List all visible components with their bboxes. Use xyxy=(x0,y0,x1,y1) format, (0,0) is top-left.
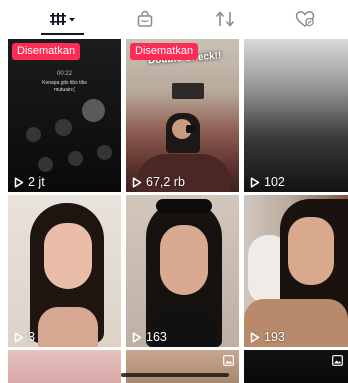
speaker-call-button xyxy=(82,99,105,122)
active-tab-indicator xyxy=(41,33,84,35)
lock-bag-icon xyxy=(137,10,152,27)
neck-shape xyxy=(38,307,98,347)
video-thumbnail xyxy=(244,39,348,192)
play-count: 193 xyxy=(250,330,285,345)
face-shape xyxy=(160,225,208,295)
video-tile[interactable]: 193 xyxy=(244,195,348,347)
video-tile[interactable]: 163 xyxy=(126,195,239,347)
play-outline-icon xyxy=(132,177,142,188)
tab-private[interactable] xyxy=(101,0,188,38)
face-shape xyxy=(44,223,92,289)
wall-frame xyxy=(172,83,204,99)
video-thumbnail xyxy=(244,195,348,347)
facetime-call-button xyxy=(68,151,83,166)
heart-hidden-icon xyxy=(295,11,314,27)
face-shape xyxy=(288,217,334,285)
keypad-call-button xyxy=(55,119,72,136)
pinned-badge: Disematkan xyxy=(12,43,81,60)
video-thumbnail xyxy=(8,350,121,383)
play-count: 3 xyxy=(14,330,35,345)
play-outline-icon xyxy=(250,177,260,188)
video-tile[interactable]: 102 xyxy=(244,39,348,192)
add-call-button xyxy=(38,157,53,172)
tab-liked[interactable] xyxy=(261,0,348,38)
video-grid: 00:22 Kenapa gits tibs tibs mutuain:( Di… xyxy=(0,39,348,383)
contacts-call-button xyxy=(97,145,112,160)
play-count: 102 xyxy=(250,175,285,190)
pinned-badge: Disematkan xyxy=(130,43,199,60)
play-count-value: 3 xyxy=(28,330,35,344)
play-outline-icon xyxy=(250,332,260,343)
play-count: 2 jt xyxy=(14,175,45,190)
phone-shape xyxy=(186,125,196,133)
video-tile[interactable]: Double Check!! Disematkan 67,2 rb xyxy=(126,39,239,192)
play-count-value: 67,2 rb xyxy=(146,175,185,189)
video-thumbnail: 00:22 Kenapa gits tibs tibs mutuain:( xyxy=(8,39,121,192)
photo-carousel-icon xyxy=(332,355,343,366)
play-count-value: 193 xyxy=(264,330,285,344)
home-indicator[interactable] xyxy=(121,373,229,377)
play-outline-icon xyxy=(132,332,142,343)
sunglasses-shape xyxy=(156,199,212,213)
play-count: 67,2 rb xyxy=(132,175,185,190)
video-tile[interactable]: 00:22 Kenapa gits tibs tibs mutuain:( Di… xyxy=(8,39,121,192)
video-tile[interactable] xyxy=(8,350,121,383)
play-count: 163 xyxy=(132,330,167,345)
profile-tab-bar xyxy=(0,0,348,38)
play-outline-icon xyxy=(14,332,24,343)
video-thumbnail: Double Check!! xyxy=(126,39,239,192)
video-thumbnail xyxy=(8,195,121,347)
video-thumbnail xyxy=(126,195,239,347)
tab-reposts[interactable] xyxy=(181,0,268,38)
video-tile[interactable]: 3 xyxy=(8,195,121,347)
play-count-value: 2 jt xyxy=(28,175,45,189)
play-count-value: 102 xyxy=(264,175,285,189)
photo-carousel-icon xyxy=(223,355,234,366)
mute-call-button xyxy=(26,127,41,142)
play-count-value: 163 xyxy=(146,330,167,344)
video-tile[interactable] xyxy=(126,350,239,383)
grid-icon xyxy=(49,13,75,25)
play-outline-icon xyxy=(14,177,24,188)
call-timer: 00:22 xyxy=(56,71,72,77)
repost-arrows-icon xyxy=(215,11,234,27)
video-tile[interactable] xyxy=(244,350,348,383)
caller-text: Kenapa gits tibs tibs mutuain:( xyxy=(42,80,87,93)
